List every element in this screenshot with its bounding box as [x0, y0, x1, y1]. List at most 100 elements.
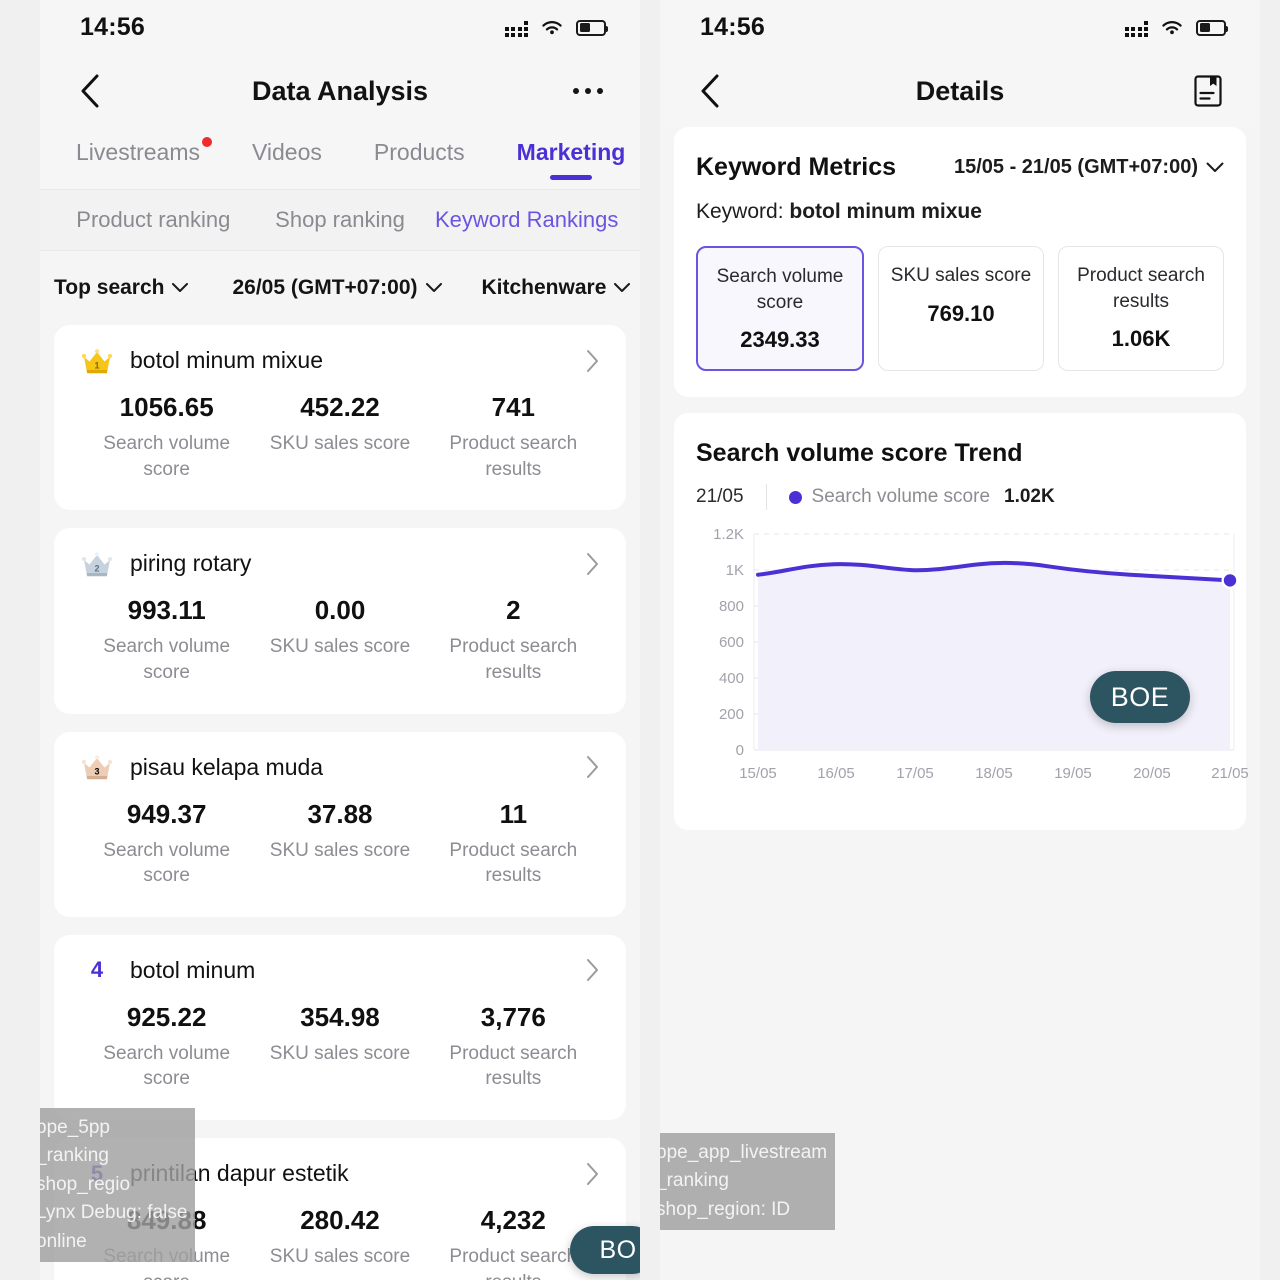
svg-text:16/05: 16/05	[817, 765, 855, 782]
keyword-card[interactable]: 4 botol minum 925.22 Search volume score…	[54, 934, 626, 1121]
metric-label: SKU sales score	[269, 839, 411, 861]
filter-bar: Top search 26/05 (GMT+07:00) Kitchenware	[40, 251, 640, 325]
date-range-selector[interactable]: 15/05 - 21/05 (GMT+07:00)	[954, 156, 1224, 179]
metric-product-results: 2 Product search results	[427, 595, 600, 685]
keyword-card-header: 4 botol minum	[80, 957, 600, 984]
metric-value: 993.11	[127, 595, 206, 626]
svg-text:0: 0	[736, 742, 744, 759]
legend-series-value: 1.02K	[1004, 486, 1055, 508]
metric-label: SKU sales score	[269, 1246, 411, 1268]
chart-end-marker	[1223, 574, 1237, 587]
wifi-icon	[542, 20, 562, 34]
metric-value: 949.37	[126, 798, 207, 829]
back-button[interactable]	[70, 71, 110, 111]
trend-legend: 21/05 Search volume score 1.02K	[696, 484, 1224, 511]
svg-text:1K: 1K	[726, 562, 744, 579]
more-options-icon	[573, 88, 603, 94]
more-options-button[interactable]	[566, 69, 610, 113]
svg-text:3: 3	[94, 767, 99, 777]
tab-keyword-rankings[interactable]: Keyword Rankings	[433, 207, 620, 233]
filter-date[interactable]: 26/05 (GMT+07:00)	[232, 276, 442, 300]
date-range-label: 15/05 - 21/05 (GMT+07:00)	[953, 156, 1198, 178]
trend-chart[interactable]: 1.2K 1K 800 600 400 200 0 15/05 16/05 17…	[696, 528, 1249, 818]
metric-label: Search volume score	[103, 433, 231, 480]
keyword-card[interactable]: 1 botol minum mixue 1056.65 Search volum…	[54, 325, 626, 511]
keyword-metrics: 993.11 Search volume score 0.00 SKU sale…	[80, 595, 600, 685]
filter-top-search[interactable]: Top search	[54, 276, 189, 300]
metric-label: Product search results	[449, 1042, 578, 1090]
tab-livestreams[interactable]: Livestreams	[76, 136, 212, 178]
metric-product-results: 3,776 Product search results	[427, 1002, 600, 1092]
metric-value: 280.42	[300, 1205, 380, 1236]
filter-category[interactable]: Kitchenware	[482, 276, 631, 300]
battery-icon	[576, 19, 608, 36]
back-button[interactable]	[690, 71, 730, 111]
rank-number: 4	[90, 957, 104, 983]
keyword-card[interactable]: 2 piring rotary 993.11 Search volume sco…	[54, 528, 626, 714]
metric-sku-sales: 37.88 SKU sales score	[253, 799, 426, 889]
save-report-button[interactable]	[1186, 69, 1230, 113]
screenshot-root: 14:56 Data Analysis Livestreams Videos P…	[0, 0, 1280, 1280]
save-report-icon	[1194, 75, 1222, 107]
keyword-name: pisau kelapa muda	[130, 753, 324, 780]
page-title: Details	[915, 75, 1005, 106]
metric-label: SKU sales score	[269, 433, 411, 454]
keyword-name: piring rotary	[130, 550, 252, 577]
metric-value: 1056.65	[119, 392, 214, 422]
metric-value: 4,232	[480, 1205, 546, 1236]
tab-livestreams-label: Livestreams	[76, 138, 200, 165]
crown-gold-icon: 1	[80, 348, 114, 374]
metric-tab-product-results[interactable]: Product search results 1.06K	[1058, 246, 1224, 372]
svg-text:600: 600	[719, 634, 744, 651]
tab-videos[interactable]: Videos	[252, 139, 322, 178]
svg-text:15/05: 15/05	[739, 765, 777, 782]
keyword-name: printilan dapur estetik	[130, 1160, 349, 1187]
tab-products[interactable]: Products	[374, 139, 465, 178]
boe-badge[interactable]: BO	[570, 1226, 640, 1274]
left-gutter	[0, 0, 40, 1280]
chevron-right-icon	[587, 959, 598, 982]
legend-series-name: Search volume score	[811, 486, 991, 508]
primary-tabs: Livestreams Videos Products Marketing	[40, 127, 640, 189]
keyword-metrics: 1056.65 Search volume score 452.22 SKU s…	[80, 392, 600, 482]
metric-sku-sales: 0.00 SKU sales score	[253, 595, 426, 685]
metric-tab-sku-sales[interactable]: SKU sales score 769.10	[878, 246, 1044, 372]
svg-text:21/05: 21/05	[1211, 765, 1249, 782]
metric-search-volume: 993.11 Search volume score	[80, 595, 253, 685]
secondary-tabs: Product ranking Shop ranking Keyword Ran…	[40, 189, 640, 251]
signal-bars-icon	[1124, 19, 1148, 37]
metric-product-results: 11 Product search results	[427, 799, 600, 889]
metric-value: 0.00	[314, 595, 366, 626]
tab-shop-ranking[interactable]: Shop ranking	[247, 207, 434, 233]
svg-text:18/05: 18/05	[975, 765, 1013, 782]
debug-overlay: ppe_5pp _ranking shop_regio Lynx Debug: …	[40, 1107, 196, 1262]
metric-value: 741	[491, 392, 536, 422]
page-title: Data Analysis	[251, 75, 429, 106]
tab-product-ranking[interactable]: Product ranking	[60, 207, 247, 233]
crown-silver-icon: 2	[80, 551, 114, 577]
right-gutter	[1260, 0, 1280, 1280]
svg-text:1: 1	[94, 360, 99, 370]
keyword-card-header: 1 botol minum mixue	[80, 347, 600, 374]
keyword-card-header: 3 pisau kelapa muda	[80, 754, 600, 781]
metric-label: SKU sales score	[269, 636, 411, 658]
keyword-metrics: 949.37 Search volume score 37.88 SKU sal…	[80, 799, 600, 889]
metric-label: SKU sales score	[269, 1042, 411, 1064]
boe-badge[interactable]: BOE	[1090, 671, 1190, 724]
debug-overlay: ppe_app_livestream _ranking shop_region:…	[660, 1132, 836, 1230]
svg-text:19/05: 19/05	[1054, 765, 1092, 782]
metric-product-results: 741 Product search results	[427, 392, 600, 482]
metric-tab-search-volume[interactable]: Search volume score 2349.33	[696, 246, 864, 372]
tab-marketing[interactable]: Marketing	[517, 139, 626, 178]
status-icons	[1124, 19, 1228, 37]
filter-date-label: 26/05 (GMT+07:00)	[232, 276, 418, 299]
metric-value: 925.22	[126, 1001, 207, 1032]
legend-color-dot	[788, 490, 802, 504]
metric-value: 3,776	[480, 1001, 546, 1032]
trend-card: Search volume score Trend 21/05 Search v…	[674, 413, 1249, 831]
signal-bars-icon	[504, 19, 528, 37]
chevron-right-icon	[587, 1162, 598, 1185]
metric-label: Search volume score	[103, 636, 231, 683]
metric-tab-label: SKU sales score	[890, 265, 1032, 286]
keyword-card[interactable]: 3 pisau kelapa muda 949.37 Search volume…	[54, 731, 626, 917]
